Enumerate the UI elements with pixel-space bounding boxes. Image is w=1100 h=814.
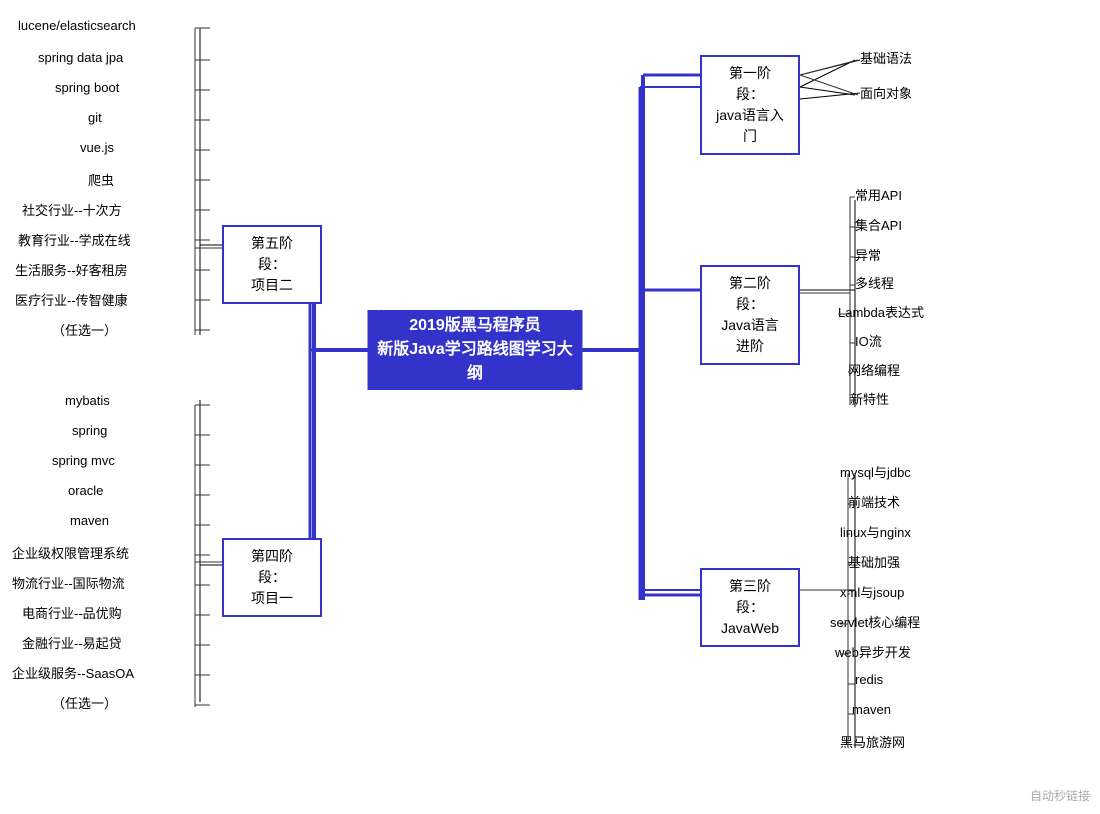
stage4-label2: 项目一 xyxy=(238,588,306,609)
leaf-item: spring xyxy=(72,423,107,438)
stage2-box: 第二阶段： Java语言进阶 xyxy=(700,265,800,365)
leaf-item: mybatis xyxy=(65,393,110,408)
leaf-item: spring data jpa xyxy=(38,50,123,65)
leaf-item: maven xyxy=(70,513,109,528)
leaf-item: 企业级权限管理系统 xyxy=(12,543,129,562)
leaf-item: 医疗行业--传智健康 xyxy=(15,290,128,309)
stage2-label2: Java语言进阶 xyxy=(716,315,784,357)
stage4-label1: 第四阶段： xyxy=(238,546,306,588)
leaf-item: redis xyxy=(855,672,883,687)
leaf-item: 爬虫 xyxy=(88,170,114,189)
leaf-item: 基础语法 xyxy=(860,48,912,67)
leaf-item: 多线程 xyxy=(855,273,894,292)
stage3-box: 第三阶段： JavaWeb xyxy=(700,568,800,647)
stage1-label1: 第一阶段： xyxy=(716,63,784,105)
center-box: 2019版黑马程序员 新版Java学习路线图学习大纲 xyxy=(370,310,580,390)
stage5-label1: 第五阶段： xyxy=(238,233,306,275)
leaf-item: 企业级服务--SaasOA xyxy=(12,663,134,682)
center-title-line2: 新版Java学习路线图学习大纲 xyxy=(370,338,580,386)
leaf-item: 常用API xyxy=(855,185,902,204)
leaf-item: 基础加强 xyxy=(848,552,900,571)
leaf-item: 生活服务--好客租房 xyxy=(15,260,128,279)
stage3-label1: 第三阶段： xyxy=(716,576,784,618)
leaf-item: 新特性 xyxy=(850,389,889,408)
leaf-item: IO流 xyxy=(855,331,882,350)
stage5-box: 第五阶段： 项目二 xyxy=(222,225,322,304)
stage3-label2: JavaWeb xyxy=(716,618,784,639)
stage1-box: 第一阶段： java语言入门 xyxy=(700,55,800,155)
leaf-item: spring mvc xyxy=(52,453,115,468)
leaf-item: 面向对象 xyxy=(860,83,912,102)
leaf-item: linux与nginx xyxy=(840,522,911,541)
leaf-item: Lambda表达式 xyxy=(838,302,924,321)
stage1-label2: java语言入门 xyxy=(716,105,784,147)
leaf-item: mysql与jdbc xyxy=(840,462,911,481)
stage4-box: 第四阶段： 项目一 xyxy=(222,538,322,617)
stage5-label2: 项目二 xyxy=(238,275,306,296)
leaf-item: oracle xyxy=(68,483,103,498)
leaf-item: 教育行业--学成在线 xyxy=(18,230,131,249)
leaf-item: 网络编程 xyxy=(848,360,900,379)
leaf-item: （任选一） xyxy=(52,693,117,712)
leaf-item: git xyxy=(88,110,102,125)
leaf-item: 物流行业--国际物流 xyxy=(12,573,125,592)
leaf-item: 电商行业--品优购 xyxy=(22,603,122,622)
leaf-item: 金融行业--易起贷 xyxy=(22,633,122,652)
leaf-item: servlet核心编程 xyxy=(830,612,920,631)
center-title-line1: 2019版黑马程序员 xyxy=(370,314,580,338)
leaf-item: web异步开发 xyxy=(835,642,911,661)
leaf-item: 社交行业--十次方 xyxy=(22,200,122,219)
leaf-item: vue.js xyxy=(80,140,114,155)
leaf-item: 前端技术 xyxy=(848,492,900,511)
leaf-item: 黑马旅游网 xyxy=(840,732,905,751)
leaf-item: maven xyxy=(852,702,891,717)
watermark: 自动秒链接 xyxy=(1030,787,1090,804)
leaf-item: 异常 xyxy=(855,245,881,264)
leaf-item: 集合API xyxy=(855,215,902,234)
stage2-label1: 第二阶段： xyxy=(716,273,784,315)
leaf-item: lucene/elasticsearch xyxy=(18,18,136,33)
leaf-item: （任选一） xyxy=(52,320,117,339)
leaf-item: xml与jsoup xyxy=(840,582,904,601)
leaf-item: spring boot xyxy=(55,80,119,95)
